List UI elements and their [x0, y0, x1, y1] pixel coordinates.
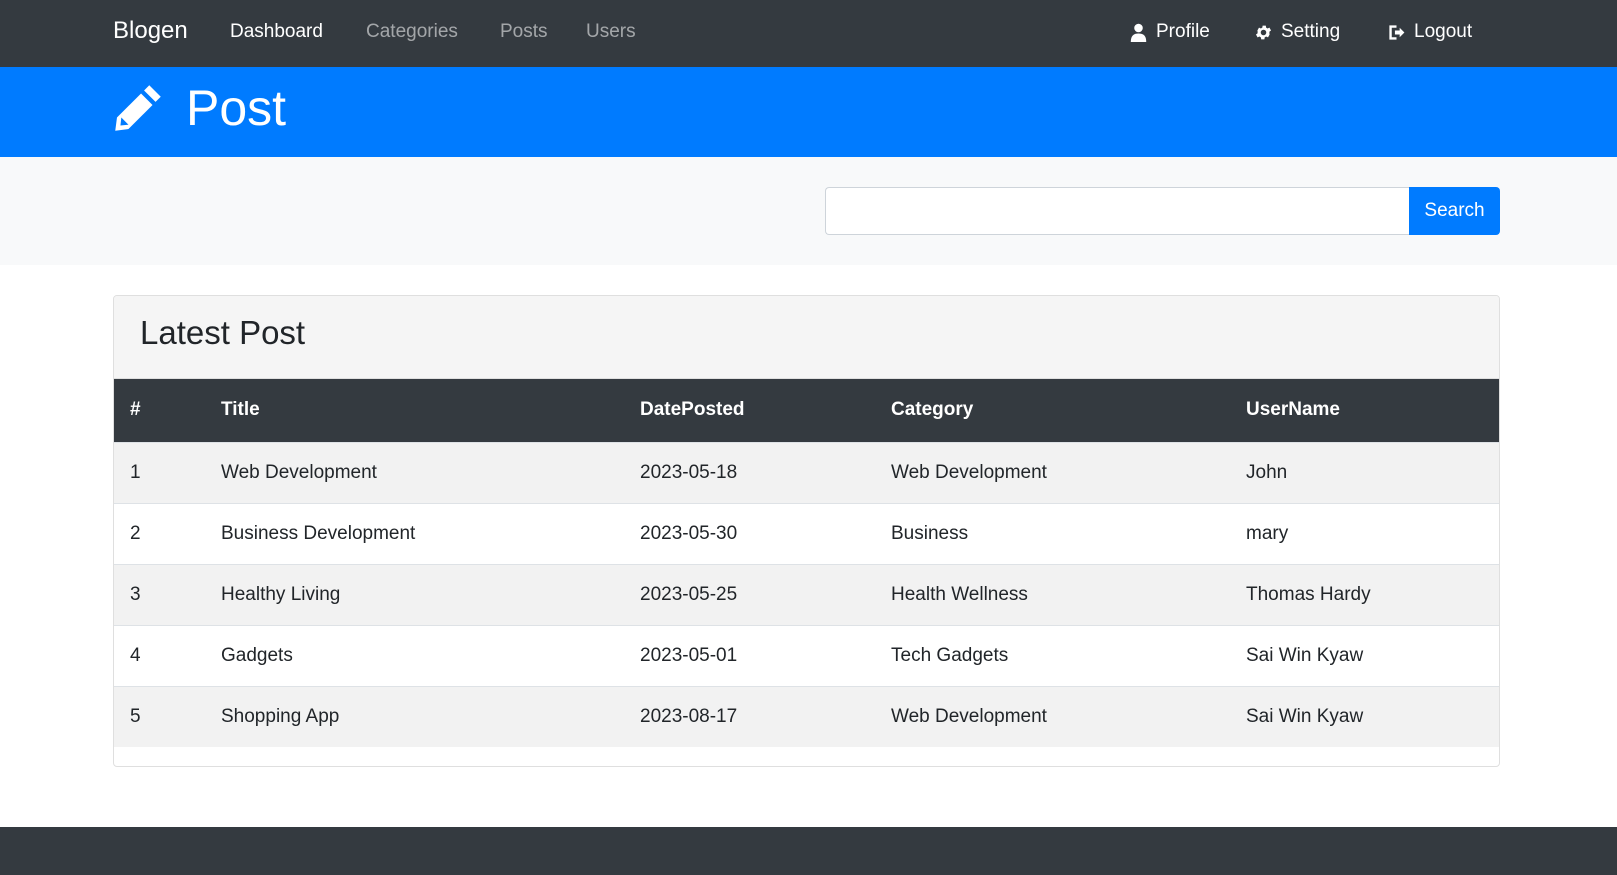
setting-label: Setting — [1281, 21, 1341, 42]
profile-link[interactable]: Profile — [1129, 21, 1210, 43]
page-title: Post — [186, 80, 287, 136]
cell-date: 2023-05-25 — [640, 583, 738, 605]
column-header-category: Category — [891, 399, 974, 421]
nav-link-categories[interactable]: Categories — [366, 21, 458, 43]
top-navbar: Blogen Dashboard Categories Posts Users … — [0, 0, 1617, 67]
logout-link[interactable]: Logout — [1387, 21, 1472, 43]
nav-link-posts[interactable]: Posts — [500, 21, 548, 43]
cell-title: Healthy Living — [221, 583, 341, 605]
cell-number: 5 — [130, 705, 141, 727]
column-header-username: UserName — [1246, 399, 1340, 421]
cell-date: 2023-05-30 — [640, 522, 738, 544]
profile-label: Profile — [1156, 21, 1210, 42]
card-title: Latest Post — [140, 314, 306, 351]
cell-number: 3 — [130, 583, 141, 605]
column-header-title: Title — [221, 399, 260, 421]
cell-username: mary — [1246, 522, 1289, 544]
nav-link-users[interactable]: Users — [586, 21, 636, 43]
cell-number: 4 — [130, 644, 141, 666]
posts-table: # Title DatePosted Category UserName 1 W… — [114, 379, 1499, 747]
cell-category: Web Development — [891, 461, 1047, 483]
cell-date: 2023-08-17 — [640, 705, 738, 727]
logout-label: Logout — [1414, 21, 1473, 42]
table-row: 4 Gadgets 2023-05-01 Tech Gadgets Sai Wi… — [114, 625, 1499, 686]
column-header-date: DatePosted — [640, 399, 745, 421]
cell-username: Thomas Hardy — [1246, 583, 1371, 605]
cell-username: John — [1246, 461, 1288, 483]
cell-title: Gadgets — [221, 644, 293, 666]
table-row: 1 Web Development 2023-05-18 Web Develop… — [114, 442, 1499, 503]
search-button[interactable]: Search — [1409, 187, 1500, 235]
table-row: 2 Business Development 2023-05-30 Busine… — [114, 503, 1499, 564]
table-row: 3 Healthy Living 2023-05-25 Health Welln… — [114, 564, 1499, 625]
pencil-icon — [112, 82, 164, 134]
cell-category: Web Development — [891, 705, 1047, 727]
page-header: Post — [0, 67, 1617, 157]
cell-username: Sai Win Kyaw — [1246, 644, 1364, 666]
cell-username: Sai Win Kyaw — [1246, 705, 1364, 727]
user-icon — [1130, 23, 1147, 42]
cell-title: Business Development — [221, 522, 416, 544]
table-header-row: # Title DatePosted Category UserName — [114, 379, 1499, 442]
cell-number: 1 — [130, 461, 141, 483]
cell-number: 2 — [130, 522, 141, 544]
column-header-number: # — [130, 399, 141, 421]
setting-link[interactable]: Setting — [1254, 21, 1340, 43]
cell-category: Health Wellness — [891, 583, 1028, 605]
search-input[interactable] — [825, 187, 1410, 235]
card-header: Latest Post — [114, 296, 1499, 379]
cell-category: Tech Gadgets — [891, 644, 1009, 666]
cell-date: 2023-05-18 — [640, 461, 738, 483]
search-section: Search — [0, 157, 1617, 265]
cell-category: Business — [891, 522, 969, 544]
cell-date: 2023-05-01 — [640, 644, 738, 666]
cell-title: Web Development — [221, 461, 377, 483]
cell-title: Shopping App — [221, 705, 340, 727]
table-row: 5 Shopping App 2023-08-17 Web Developmen… — [114, 686, 1499, 747]
brand-logo[interactable]: Blogen — [113, 17, 188, 45]
logout-icon — [1389, 24, 1405, 40]
nav-link-dashboard[interactable]: Dashboard — [230, 21, 323, 43]
gear-icon — [1255, 25, 1272, 39]
latest-post-card: Latest Post # Title DatePosted Category … — [113, 295, 1500, 767]
page-footer — [0, 827, 1617, 875]
